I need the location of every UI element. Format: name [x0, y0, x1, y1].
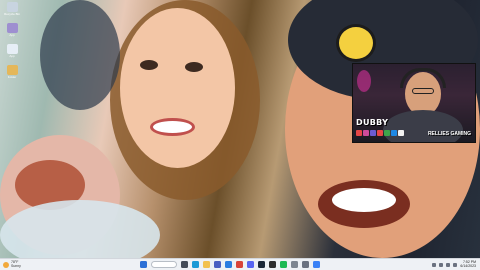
edge-icon[interactable]: [192, 261, 199, 268]
weather-widget[interactable]: 78°F Sunny: [3, 260, 21, 268]
taskbar: 78°F Sunny 7:52 PM 6/14/2023: [0, 258, 480, 270]
streamer-name: DUBBY: [356, 118, 389, 127]
app-icon[interactable]: App: [3, 23, 21, 39]
youtube-icon-2: [377, 130, 383, 136]
streamer-body: [383, 110, 463, 142]
task-view-icon[interactable]: [181, 261, 188, 268]
file-explorer-icon[interactable]: [203, 261, 210, 268]
app-icon-taskbar[interactable]: [291, 261, 298, 268]
volume-icon[interactable]: [446, 262, 451, 267]
taskbar-apps: [140, 261, 320, 268]
neon-light: [357, 70, 371, 92]
discord-icon[interactable]: [247, 261, 254, 268]
system-tray: 7:52 PM 6/14/2023: [432, 260, 476, 268]
glasses: [412, 88, 434, 94]
settings-icon[interactable]: [302, 261, 309, 268]
weather-desc: Sunny: [11, 263, 21, 268]
x-icon: [398, 130, 404, 136]
store-icon[interactable]: [214, 261, 221, 268]
social-icons: [356, 130, 404, 136]
steam-icon[interactable]: [258, 261, 265, 268]
recycle-bin-icon[interactable]: Recycle Bin: [3, 2, 21, 18]
mail-icon[interactable]: [225, 261, 232, 268]
headset-icon: [400, 68, 446, 88]
sun-icon: [3, 261, 9, 268]
app-icon-2[interactable]: App: [3, 44, 21, 60]
kick-icon: [384, 130, 390, 136]
facebook-icon: [391, 130, 397, 136]
obs-icon[interactable]: [269, 261, 276, 268]
instagram-icon: [363, 130, 369, 136]
team-name: RELLIES GAMING: [427, 131, 471, 137]
start-icon[interactable]: [140, 261, 147, 268]
webcam-overlay: DUBBY RELLIES GAMING: [352, 63, 476, 143]
chrome-icon[interactable]: [236, 261, 243, 268]
folder-icon[interactable]: Folder: [3, 65, 21, 81]
chevron-up-icon[interactable]: [432, 262, 437, 267]
clock[interactable]: 7:52 PM 6/14/2023: [460, 260, 476, 268]
desktop-icons: Recycle Bin App App Folder: [1, 2, 23, 86]
search-input[interactable]: [151, 261, 177, 268]
app-icon-taskbar-2[interactable]: [313, 261, 320, 268]
twitch-icon: [370, 130, 376, 136]
clock-date: 6/14/2023: [460, 263, 476, 268]
battery-icon[interactable]: [453, 262, 458, 267]
youtube-icon: [356, 130, 362, 136]
wifi-icon[interactable]: [439, 262, 444, 267]
spotify-icon[interactable]: [280, 261, 287, 268]
